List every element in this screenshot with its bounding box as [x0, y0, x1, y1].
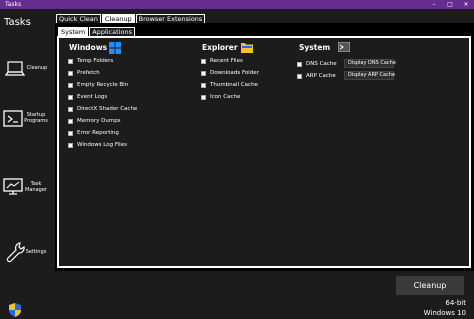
- checkbox[interactable]: [68, 70, 73, 76]
- sub-tabs: System Applications: [58, 27, 136, 36]
- explorer-section-title: Explorer: [202, 43, 238, 52]
- tab-applications[interactable]: Applications: [89, 27, 135, 36]
- checkbox[interactable]: [201, 70, 206, 76]
- tab-quick-clean[interactable]: Quick Clean: [56, 14, 101, 23]
- event-logs-option[interactable]: Event Logs: [68, 93, 107, 101]
- tab-browser-extensions[interactable]: Browser Extensions: [135, 14, 206, 23]
- dns-cache-option[interactable]: DNS Cache: [297, 60, 337, 68]
- checkbox[interactable]: [68, 106, 73, 112]
- console-icon: [338, 42, 350, 52]
- checkbox[interactable]: [297, 61, 302, 67]
- checkbox[interactable]: [68, 142, 73, 148]
- tab-system[interactable]: System: [58, 27, 89, 36]
- maximize-button[interactable]: □: [444, 0, 456, 9]
- recent-files-option[interactable]: Recent Files: [201, 57, 243, 65]
- sidebar-item-task-manager[interactable]: Task Manager: [2, 177, 50, 211]
- checkbox[interactable]: [201, 82, 206, 88]
- checkbox[interactable]: [68, 118, 73, 124]
- main-tabs: Quick Clean Cleanup Browser Extensions: [56, 14, 206, 23]
- windows-log-files-option[interactable]: Windows Log Files: [68, 141, 127, 149]
- architecture-label: 64-bit: [445, 299, 466, 307]
- prefetch-option[interactable]: Prefetch: [68, 69, 100, 77]
- checkbox[interactable]: [68, 82, 73, 88]
- display-arp-cache-button[interactable]: Display ARP Cache: [344, 71, 395, 80]
- thumbnail-cache-option[interactable]: Thumbnail Cache: [201, 81, 258, 89]
- checkbox[interactable]: [68, 130, 73, 136]
- sidebar-item-label: Cleanup: [26, 65, 48, 71]
- empty-recycle-bin-option[interactable]: Empty Recycle Bin: [68, 81, 128, 89]
- error-reporting-option[interactable]: Error Reporting: [68, 129, 119, 137]
- sidebar-item-label: Settings: [25, 249, 47, 255]
- arp-cache-option[interactable]: ARP Cache: [297, 72, 336, 80]
- icon-cache-option[interactable]: Icon Cache: [201, 93, 240, 101]
- monitor-chart-icon: [3, 178, 23, 195]
- uac-shield-icon: [9, 303, 21, 317]
- downloads-folder-option[interactable]: Downloads Folder: [201, 69, 259, 77]
- tab-cleanup[interactable]: Cleanup: [101, 14, 135, 23]
- checkbox[interactable]: [68, 58, 73, 64]
- laptop-icon: [5, 61, 25, 76]
- checkbox[interactable]: [201, 94, 206, 100]
- directx-shader-cache-option[interactable]: DirectX Shader Cache: [68, 105, 137, 113]
- minimize-button[interactable]: –: [428, 0, 440, 9]
- checkbox[interactable]: [297, 73, 302, 79]
- window-title: Tasks: [5, 1, 22, 8]
- checkbox[interactable]: [68, 94, 73, 100]
- terminal-icon: [3, 110, 23, 127]
- memory-dumps-option[interactable]: Memory Dumps: [68, 117, 121, 125]
- sidebar-item-label: Task Manager: [25, 181, 47, 193]
- folder-icon: [241, 43, 253, 53]
- os-version-label: Windows 10: [423, 309, 466, 317]
- close-button[interactable]: ✕: [460, 0, 472, 9]
- temp-folders-option[interactable]: Temp Folders: [68, 57, 113, 65]
- sidebar-item-label: Startup Programs: [24, 112, 48, 124]
- windows-logo-icon: [109, 42, 121, 54]
- sidebar-item-startup-programs[interactable]: Startup Programs: [2, 109, 50, 143]
- system-section-title: System: [299, 43, 331, 52]
- system-options-panel: Windows Temp Folders Prefetch Empty Recy…: [57, 36, 471, 268]
- sidebar-item-settings[interactable]: Settings: [2, 241, 50, 275]
- display-dns-cache-button[interactable]: Display DNS Cache: [344, 59, 396, 68]
- sidebar-title: Tasks: [4, 17, 31, 28]
- checkbox[interactable]: [201, 58, 206, 64]
- windows-section-title: Windows: [69, 43, 108, 52]
- cleanup-button[interactable]: Cleanup: [396, 276, 464, 295]
- sidebar-item-cleanup[interactable]: Cleanup: [2, 58, 50, 92]
- title-bar: Tasks – □ ✕: [0, 0, 474, 9]
